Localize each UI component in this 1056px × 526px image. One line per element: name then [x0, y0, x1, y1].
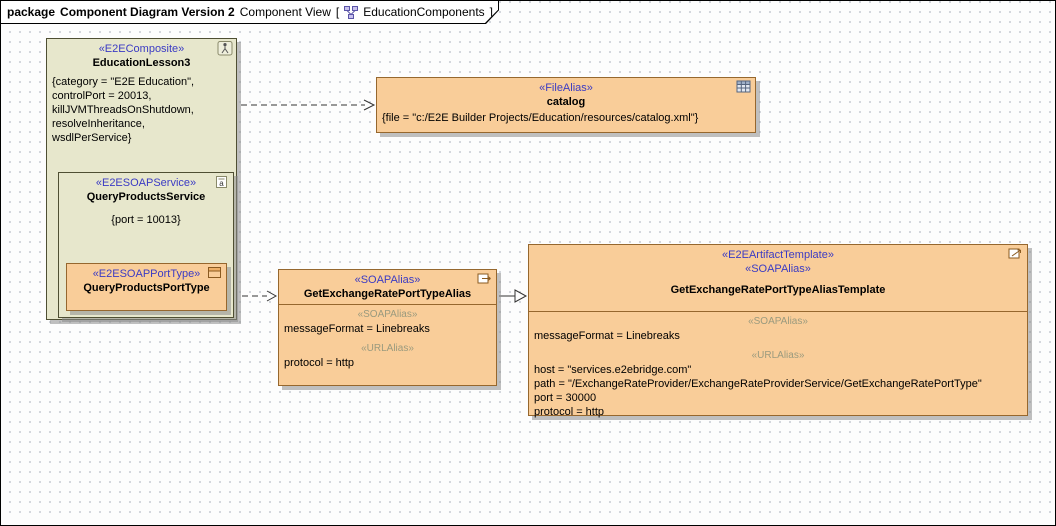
diagram-header-tab: package Component Diagram Version 2 Comp…: [1, 1, 499, 24]
svg-text:a: a: [219, 179, 224, 188]
tagged-values: {port = 10013}: [59, 204, 233, 227]
node-get-exchange-rate-porttype-alias[interactable]: «SOAPAlias» GetExchangeRatePortTypeAlias…: [278, 269, 497, 386]
file-table-icon: [736, 80, 752, 95]
section-stereotype-soap: «SOAPAlias»: [529, 316, 1027, 328]
stereotype-label: «E2ESOAPPortType»: [67, 264, 226, 281]
section-stereotype-url: «URLAlias»: [279, 343, 496, 355]
soap-properties: messageFormat = Linebreaks: [279, 321, 496, 336]
dependency-lesson-to-catalog[interactable]: [241, 100, 374, 110]
node-body: «SOAPAlias» messageFormat = Linebreaks «…: [529, 316, 1027, 419]
node-body: «SOAPAlias» messageFormat = Linebreaks «…: [279, 309, 496, 370]
diagram-header-tab-content: package Component Diagram Version 2 Comp…: [1, 1, 498, 23]
section-stereotype-url: «URLAlias»: [529, 350, 1027, 362]
node-name: catalog: [377, 95, 755, 109]
node-name: QueryProductsService: [59, 190, 233, 204]
diagram-frame: package Component Diagram Version 2 Comp…: [0, 0, 1056, 526]
soap-properties: messageFormat = Linebreaks: [529, 328, 1027, 343]
stereotype-label: «E2ESOAPService»: [59, 173, 233, 190]
node-query-products-porttype[interactable]: «E2ESOAPPortType» QueryProductsPortType: [66, 263, 227, 311]
dependency-porttype-to-alias[interactable]: [242, 291, 276, 301]
composite-icon: [217, 41, 233, 56]
soap-service-icon: a: [214, 175, 230, 190]
artifact-template-icon: [1008, 247, 1024, 262]
url-properties: host = "services.e2ebridge.com" path = "…: [529, 362, 1027, 419]
tagged-values: {category = "E2E Education", controlPort…: [47, 70, 236, 145]
node-query-products-service[interactable]: a «E2ESOAPService» QueryProductsService …: [58, 172, 234, 318]
node-name: GetExchangeRatePortTypeAliasTemplate: [529, 283, 1027, 297]
stereotype-label: «SOAPAlias»: [279, 270, 496, 287]
porttype-icon: [207, 266, 223, 281]
alias-icon: [477, 272, 493, 287]
generalization-alias-to-template[interactable]: [499, 290, 526, 302]
node-header: «SOAPAlias» GetExchangeRatePortTypeAlias: [279, 270, 496, 305]
node-header: «E2EArtifactTemplate» «SOAPAlias» GetExc…: [529, 245, 1027, 312]
component-diagram-icon: [344, 6, 358, 19]
node-get-exchange-rate-porttype-alias-template[interactable]: «E2EArtifactTemplate» «SOAPAlias» GetExc…: [528, 244, 1028, 416]
stereotype-label: «FileAlias»: [377, 78, 755, 95]
diagram-title: Component Diagram Version 2: [60, 5, 235, 19]
stereotype-label-2: «SOAPAlias»: [529, 262, 1027, 276]
tagged-values: {file = "c:/E2E Builder Projects/Educati…: [377, 109, 755, 125]
diagram-ref-label: EducationComponents: [363, 5, 484, 19]
node-name: GetExchangeRatePortTypeAlias: [279, 287, 496, 301]
node-name: EducationLesson3: [47, 56, 236, 70]
diagram-view-label: Component View: [240, 5, 331, 19]
diagram-kind-label: package: [7, 5, 55, 19]
node-education-lesson3[interactable]: «E2EComposite» EducationLesson3 {categor…: [46, 38, 237, 320]
bracket-close: ]: [490, 5, 493, 19]
stereotype-label: «E2EComposite»: [47, 39, 236, 56]
section-stereotype-soap: «SOAPAlias»: [279, 309, 496, 321]
bracket-open: [: [336, 5, 339, 19]
node-catalog[interactable]: «FileAlias» catalog {file = "c:/E2E Buil…: [376, 77, 756, 133]
url-properties: protocol = http: [279, 355, 496, 370]
node-name: QueryProductsPortType: [67, 281, 226, 295]
stereotype-label: «E2EArtifactTemplate»: [529, 245, 1027, 262]
